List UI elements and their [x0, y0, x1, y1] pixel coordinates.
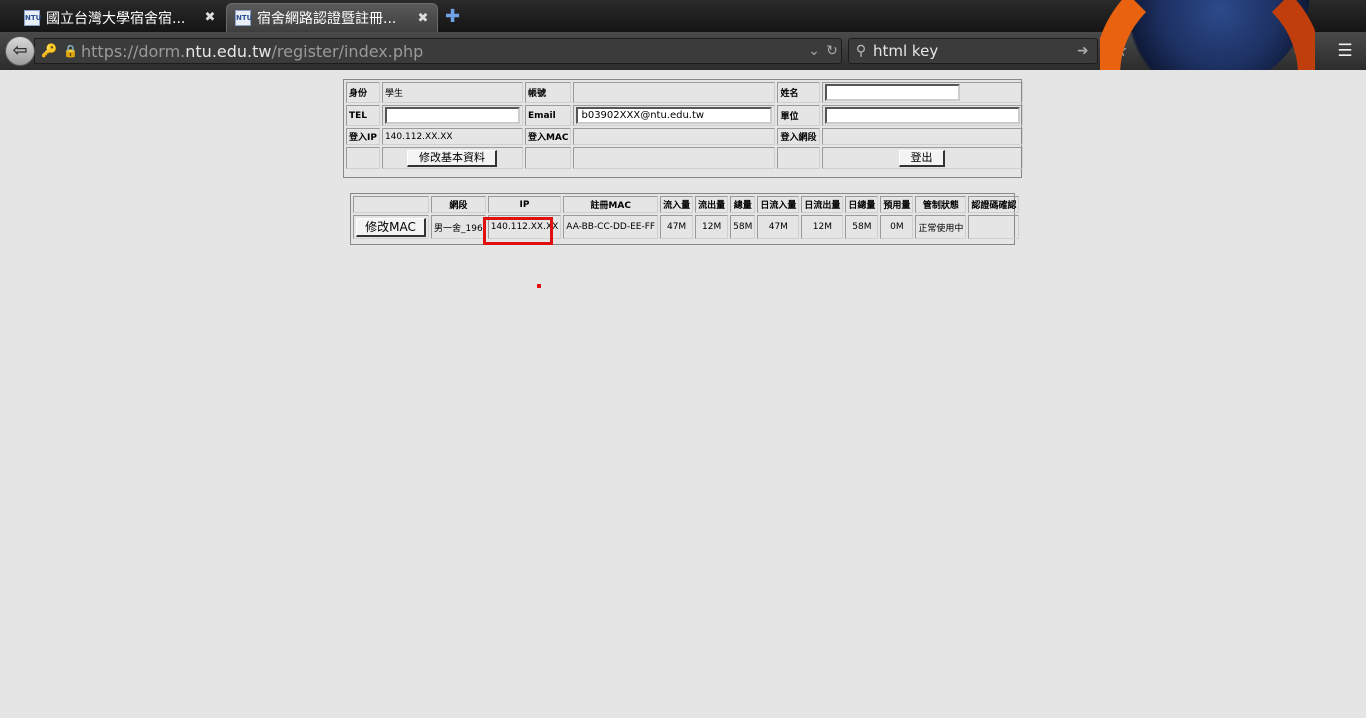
ip-highlight-box [483, 217, 553, 245]
col-header-reserved: 預用量 [880, 196, 914, 213]
profile-table: 身份 學生 帳號 姓名 TEL Email b03902XXX@ntu.edu.… [344, 80, 1025, 171]
status-cell: 正常使用中 [915, 215, 967, 239]
col-header-day-in: 日流入量 [757, 196, 800, 213]
login-segment-value [821, 128, 1023, 145]
identity-label: 身份 [346, 82, 380, 103]
unit-field[interactable] [824, 107, 1020, 124]
search-go-icon[interactable]: ➜ [1077, 43, 1097, 59]
edit-mac-button[interactable]: 修改MAC [356, 217, 426, 237]
search-input[interactable]: html key [873, 42, 1077, 60]
col-header-status: 管制狀態 [915, 196, 967, 213]
mac-table: 網段 IP 註冊MAC 流入量 流出量 總量 日流入量 日流出量 日總量 預用量… [351, 194, 1021, 241]
col-header-segment: 網段 [431, 196, 486, 213]
email-field[interactable]: b03902XXX@ntu.edu.tw [576, 107, 773, 124]
account-value [573, 82, 776, 103]
site-favicon-icon: NTU [24, 9, 41, 26]
out-cell: 12M [695, 215, 729, 239]
login-ip-label: 登入IP [346, 128, 380, 145]
login-mac-value [573, 128, 776, 145]
url-text: https://dorm.ntu.edu.tw/register/index.p… [81, 41, 424, 61]
day-in-cell: 47M [757, 215, 800, 239]
col-header-total: 總量 [730, 196, 756, 213]
tab-title: 宿舍網路認證暨註冊... [257, 11, 397, 27]
col-header-mac: 註冊MAC [563, 196, 659, 213]
empty-cell [346, 147, 380, 169]
empty-cell [524, 147, 572, 169]
login-ip-value: 140.112.XX.XX [381, 128, 523, 145]
name-field[interactable] [824, 84, 960, 101]
new-tab-button[interactable]: ✚ [445, 6, 460, 27]
empty-cell [777, 147, 820, 169]
tel-field[interactable] [384, 107, 520, 124]
segment-cell: 男一舍_196 [431, 215, 486, 239]
browser-logo-icon [1100, 0, 1315, 70]
mac-cell: AA-BB-CC-DD-EE-FF [563, 215, 659, 239]
unit-label: 單位 [777, 105, 820, 126]
search-icon: ⚲ [855, 43, 867, 59]
identity-key-icon[interactable]: 🔑 [41, 44, 63, 59]
profile-panel: 身份 學生 帳號 姓名 TEL Email b03902XXX@ntu.edu.… [343, 79, 1025, 178]
menu-icon[interactable]: ☰ [1333, 39, 1357, 63]
day-total-cell: 58M [845, 215, 879, 239]
col-header-action [353, 196, 429, 213]
edit-profile-button[interactable]: 修改基本資料 [407, 149, 498, 167]
search-bar[interactable]: ⚲ html key ➜ [848, 38, 1098, 64]
mac-panel: 網段 IP 註冊MAC 流入量 流出量 總量 日流入量 日流出量 日總量 預用量… [350, 193, 1020, 245]
arrow-left-icon: ⇦ [12, 40, 28, 61]
col-header-day-total: 日總量 [845, 196, 879, 213]
col-header-auth: 認證碼確認 [968, 196, 1020, 213]
chevron-down-icon[interactable]: ⌄ [805, 43, 823, 59]
login-segment-label: 登入網段 [777, 128, 820, 145]
auth-cell [968, 215, 1020, 239]
col-header-in: 流入量 [660, 196, 694, 213]
account-label: 帳號 [524, 82, 572, 103]
in-cell: 47M [660, 215, 694, 239]
table-row: 修改MAC 男一舍_196 140.112.XX.XX AA-BB-CC-DD-… [353, 215, 1020, 239]
name-label: 姓名 [777, 82, 820, 103]
identity-value: 學生 [381, 82, 523, 103]
reserved-cell: 0M [880, 215, 914, 239]
col-header-day-out: 日流出量 [801, 196, 844, 213]
day-out-cell: 12M [801, 215, 844, 239]
empty-cell [573, 147, 776, 169]
tab-dorm-home[interactable]: NTU 國立台灣大學宿舍宿... ✖ [16, 3, 224, 32]
tab-title: 國立台灣大學宿舍宿... [46, 10, 186, 27]
tel-label: TEL [346, 105, 380, 126]
back-button[interactable]: ⇦ [5, 36, 35, 66]
url-bar[interactable]: 🔑 🔒 https://dorm.ntu.edu.tw/register/ind… [34, 38, 842, 64]
total-cell: 58M [730, 215, 756, 239]
site-favicon-icon: NTU [235, 10, 252, 26]
tab-register[interactable]: NTU 宿舍網路認證暨註冊... ✖ [226, 3, 438, 32]
lock-icon: 🔒 [63, 44, 78, 58]
email-label: Email [524, 105, 572, 126]
logout-button[interactable]: 登出 [899, 149, 945, 167]
close-tab-icon[interactable]: ✖ [200, 10, 220, 25]
col-header-out: 流出量 [695, 196, 729, 213]
close-tab-icon[interactable]: ✖ [413, 11, 433, 26]
login-mac-label: 登入MAC [524, 128, 572, 145]
reload-icon[interactable]: ↻ [823, 43, 841, 59]
red-dot-marker [537, 284, 541, 288]
col-header-ip: IP [487, 196, 562, 213]
